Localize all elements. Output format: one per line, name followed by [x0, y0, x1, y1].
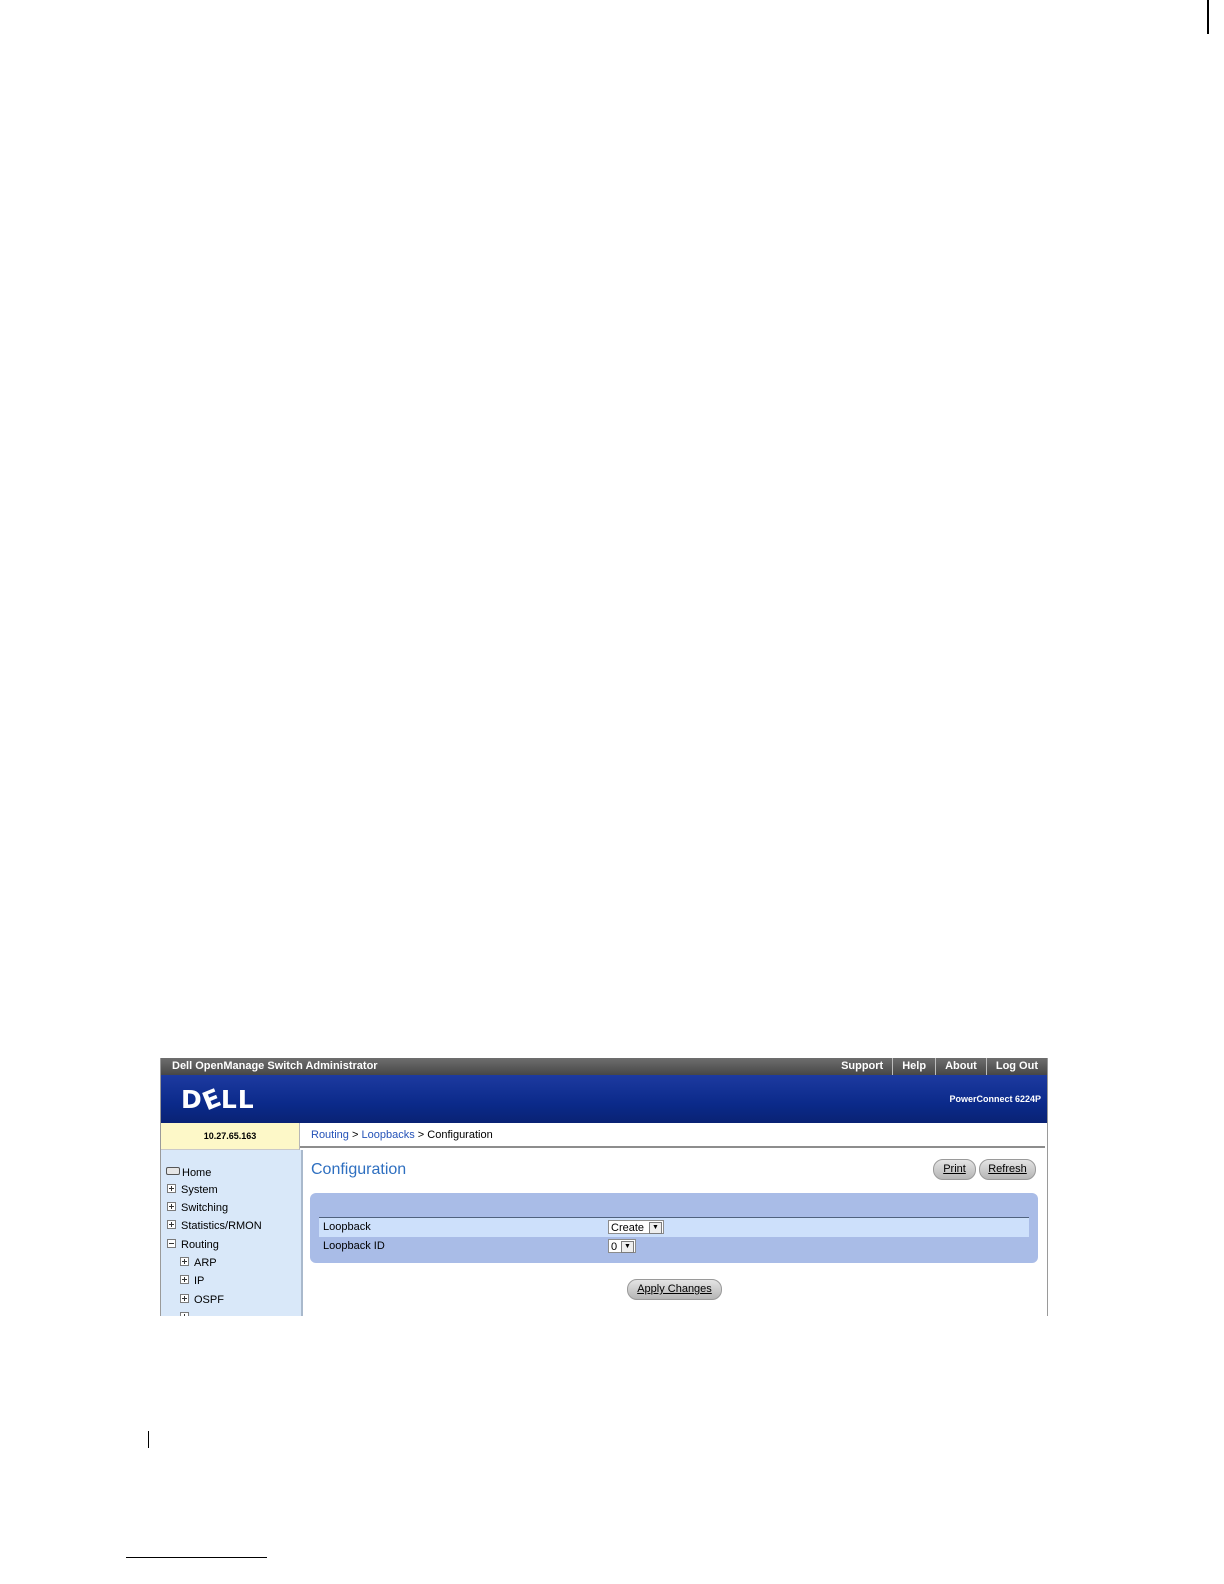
chevron-down-icon[interactable]: ▼: [621, 1241, 634, 1253]
expand-icon[interactable]: [180, 1256, 189, 1266]
sidebar-item-ip[interactable]: IP: [180, 1273, 204, 1289]
about-link[interactable]: About: [935, 1058, 986, 1075]
title-bar: Dell OpenManage Switch Administrator Sup…: [161, 1058, 1047, 1075]
breadcrumb-current: Configuration: [427, 1129, 493, 1141]
loopback-select-value: Create: [611, 1222, 645, 1234]
sidebar-item-arp[interactable]: ARP: [180, 1255, 217, 1271]
home-icon: [166, 1167, 180, 1176]
sidebar-item-home[interactable]: Home: [166, 1165, 211, 1181]
expand-icon[interactable]: [167, 1201, 176, 1211]
sidebar: Home System Switching Statistics/RMON Ro…: [161, 1150, 303, 1316]
browser-screenshot: Dell OpenManage Switch Administrator Sup…: [160, 1058, 1048, 1316]
apply-changes-button[interactable]: Apply Changes: [627, 1279, 722, 1300]
footnote-rule: [126, 1557, 267, 1558]
sidebar-item-label: Statistics/RMON: [181, 1220, 262, 1232]
sidebar-item-routing[interactable]: Routing: [167, 1237, 219, 1253]
sidebar-item-label: Switching: [181, 1202, 229, 1214]
page-title: Configuration: [311, 1161, 407, 1178]
top-navigation: Support Help About Log Out: [832, 1058, 1047, 1075]
sidebar-item-label: OSPF: [194, 1294, 224, 1306]
loopback-select[interactable]: Create ▼: [608, 1220, 664, 1234]
chevron-down-icon[interactable]: ▼: [649, 1222, 662, 1234]
app-title: Dell OpenManage Switch Administrator: [172, 1060, 378, 1072]
logout-link[interactable]: Log Out: [985, 1058, 1047, 1075]
sidebar-item-label: ARP: [194, 1257, 217, 1269]
expand-icon[interactable]: [180, 1293, 189, 1303]
sidebar-item-label: Home: [182, 1167, 212, 1179]
print-button[interactable]: Print: [933, 1159, 976, 1180]
sidebar-item-next[interactable]: [180, 1310, 194, 1316]
config-panel: Loopback Create ▼ Loopback ID 0 ▼: [310, 1193, 1038, 1263]
refresh-button[interactable]: Refresh: [979, 1159, 1036, 1180]
sidebar-item-switching[interactable]: Switching: [167, 1200, 228, 1216]
breadcrumb-separator: >: [417, 1129, 425, 1141]
sidebar-item-label: Routing: [181, 1239, 219, 1251]
loopback-id-select-value: 0: [611, 1241, 618, 1253]
support-link[interactable]: Support: [832, 1058, 892, 1075]
change-bar: [148, 1431, 149, 1448]
breadcrumb: Routing > Loopbacks > Configuration: [300, 1123, 1045, 1148]
expand-icon[interactable]: [167, 1219, 176, 1229]
breadcrumb-separator: >: [351, 1129, 359, 1141]
help-link[interactable]: Help: [892, 1058, 935, 1075]
loopback-id-label: Loopback ID: [323, 1240, 385, 1252]
ip-address: 10.27.65.163: [161, 1123, 300, 1150]
loopback-label: Loopback: [323, 1221, 371, 1233]
expand-icon[interactable]: [180, 1274, 189, 1284]
sidebar-item-label: IP: [194, 1275, 205, 1287]
sidebar-item-label: System: [181, 1184, 218, 1196]
form-row-loopback: Loopback Create ▼: [319, 1218, 1029, 1237]
page-edge-rule: [1207, 0, 1209, 34]
expand-icon[interactable]: [180, 1311, 189, 1316]
main-content: Configuration Print Refresh Loopback Cre…: [303, 1150, 1047, 1316]
header-banner: DELL PowerConnect 6224P: [161, 1075, 1047, 1123]
expand-icon[interactable]: [167, 1183, 176, 1193]
collapse-icon[interactable]: [167, 1238, 176, 1248]
sidebar-item-ospf[interactable]: OSPF: [180, 1292, 224, 1308]
breadcrumb-loopbacks[interactable]: Loopbacks: [361, 1129, 414, 1141]
product-name: PowerConnect 6224P: [949, 1094, 1041, 1104]
dell-logo: DELL: [181, 1082, 255, 1117]
loopback-id-select[interactable]: 0 ▼: [608, 1239, 636, 1253]
sidebar-item-statistics-rmon[interactable]: Statistics/RMON: [167, 1218, 262, 1234]
breadcrumb-routing[interactable]: Routing: [311, 1129, 349, 1141]
form-row-loopback-id: Loopback ID 0 ▼: [319, 1237, 1029, 1256]
sidebar-item-system[interactable]: System: [167, 1182, 218, 1198]
